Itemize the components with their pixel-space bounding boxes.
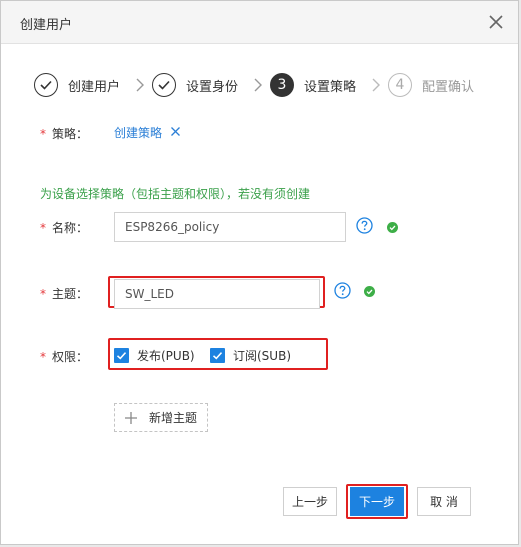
valid-check-icon xyxy=(364,286,375,297)
dialog-title: 创建用户 xyxy=(20,18,73,33)
help-icon[interactable] xyxy=(334,282,351,299)
help-icon[interactable] xyxy=(356,217,373,234)
checkbox-label: 发布(PUB) xyxy=(137,348,195,363)
permission-pub-checkbox[interactable]: 发布(PUB) xyxy=(114,347,195,363)
topic-input[interactable]: SW_LED xyxy=(114,279,320,309)
chevron-right-icon xyxy=(136,78,144,92)
check-circle-icon xyxy=(34,73,58,97)
next-step-button[interactable]: 下一步 xyxy=(350,487,404,516)
close-icon[interactable] xyxy=(170,126,181,137)
step-set-identity: 设置身份 xyxy=(152,72,238,98)
chevron-right-icon xyxy=(254,78,262,92)
close-icon[interactable] xyxy=(486,12,506,32)
step-label: 设置身份 xyxy=(186,79,239,95)
topic-label: * 主题： xyxy=(40,287,89,301)
create-user-dialog: 创建用户 创建用户 设置身份 3 设置策略 4 配置确认 * 策略： 创建策略 … xyxy=(0,0,519,545)
step-label: 配置确认 xyxy=(422,79,475,95)
checkbox-checked-icon[interactable] xyxy=(210,347,225,363)
cancel-button[interactable]: 取 消 xyxy=(417,487,471,516)
step-confirm-config: 4 配置确认 xyxy=(388,72,474,98)
step-number-badge: 3 xyxy=(270,73,294,97)
step-create-user: 创建用户 xyxy=(34,72,120,98)
prev-step-button[interactable]: 上一步 xyxy=(283,487,337,516)
checkbox-label: 订阅(SUB) xyxy=(233,348,291,363)
dialog-header: 创建用户 xyxy=(1,1,518,44)
policy-hint: 为设备选择策略（包括主题和权限），若没有须创建 xyxy=(40,187,311,201)
policy-label: * 策略： xyxy=(40,127,89,141)
step-label: 创建用户 xyxy=(68,79,121,95)
step-label: 设置策略 xyxy=(304,79,357,95)
valid-check-icon xyxy=(387,222,398,233)
step-set-policy: 3 设置策略 xyxy=(270,72,356,98)
step-number-badge: 4 xyxy=(388,73,412,97)
permission-sub-checkbox[interactable]: 订阅(SUB) xyxy=(210,347,291,363)
name-label: * 名称： xyxy=(40,221,89,235)
checkbox-checked-icon[interactable] xyxy=(114,347,129,363)
create-policy-link[interactable]: 创建策略 xyxy=(114,124,162,141)
check-circle-icon xyxy=(152,73,176,97)
permission-label: * 权限： xyxy=(40,350,89,364)
add-topic-label: 新增主题 xyxy=(149,411,198,425)
add-topic-button[interactable]: 新增主题 xyxy=(114,403,208,432)
policy-name-input[interactable]: ESP8266_policy xyxy=(114,212,346,242)
chevron-right-icon xyxy=(372,78,380,92)
plus-icon xyxy=(125,411,137,424)
